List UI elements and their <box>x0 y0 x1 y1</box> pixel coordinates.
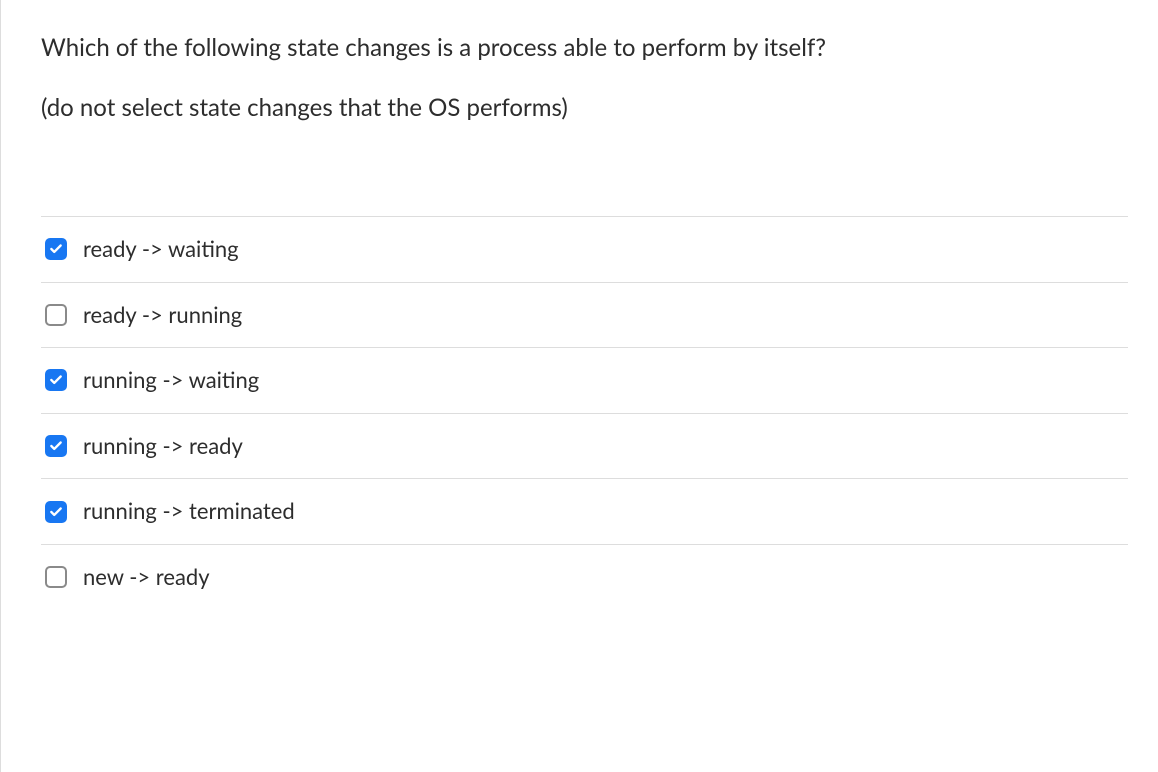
options-list: ready -> waiting ready -> running runnin… <box>41 216 1128 610</box>
option-label: new -> ready <box>83 563 210 592</box>
option-label: running -> terminated <box>83 497 295 526</box>
option-row[interactable]: running -> terminated <box>41 479 1128 545</box>
question-text: Which of the following state changes is … <box>41 30 1128 66</box>
option-row[interactable]: ready -> running <box>41 283 1128 349</box>
option-row[interactable]: running -> waiting <box>41 348 1128 414</box>
question-hint: (do not select state changes that the OS… <box>41 90 1128 126</box>
option-row[interactable]: running -> ready <box>41 414 1128 480</box>
checkbox[interactable] <box>45 304 67 326</box>
option-label: ready -> running <box>83 301 242 330</box>
checkbox[interactable] <box>45 501 67 523</box>
checkbox[interactable] <box>45 566 67 588</box>
option-row[interactable]: new -> ready <box>41 545 1128 610</box>
checkbox[interactable] <box>45 369 67 391</box>
checkmark-icon <box>49 373 63 387</box>
option-row[interactable]: ready -> waiting <box>41 217 1128 283</box>
checkbox[interactable] <box>45 435 67 457</box>
option-label: ready -> waiting <box>83 235 239 264</box>
checkbox[interactable] <box>45 238 67 260</box>
option-label: running -> ready <box>83 432 243 461</box>
option-label: running -> waiting <box>83 366 259 395</box>
checkmark-icon <box>49 242 63 256</box>
checkmark-icon <box>49 505 63 519</box>
checkmark-icon <box>49 439 63 453</box>
